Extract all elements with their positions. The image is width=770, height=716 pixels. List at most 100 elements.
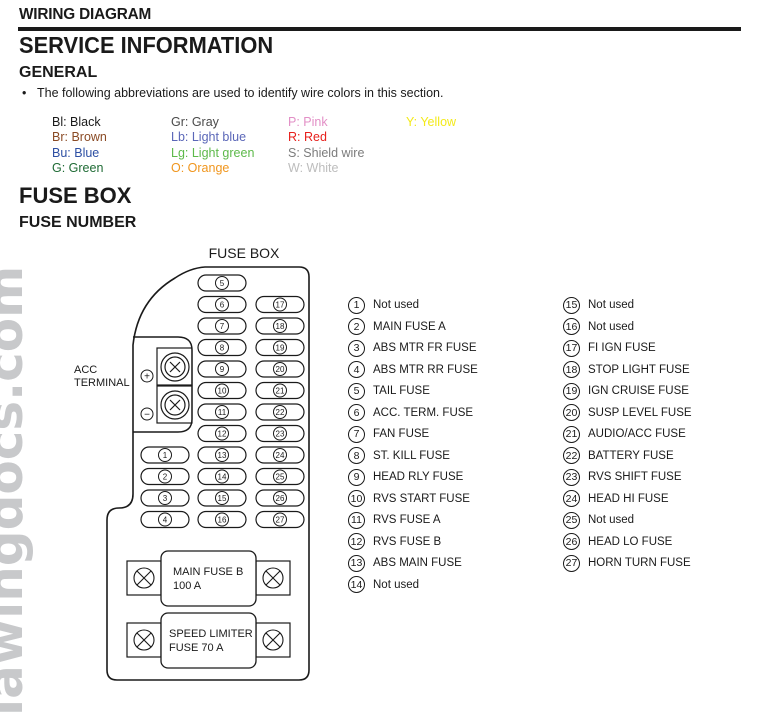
fuse-list-item: 27 HORN TURN FUSE (563, 553, 691, 573)
fuse-slot: 10 (197, 381, 247, 400)
fuse-number-badge: 2 (348, 318, 365, 335)
fuse-slot: 16 (197, 510, 247, 529)
acc-terminal-label-2: TERMINAL (74, 377, 130, 389)
fuse-slot: 27 (255, 510, 305, 529)
fuse-slot-number: 18 (276, 322, 285, 331)
fuse-number-badge: 11 (348, 511, 365, 529)
fuse-slot: 23 (255, 424, 305, 443)
fuse-number-badge: 23 (563, 468, 580, 486)
fuse-list-item: 17 FI IGN FUSE (563, 338, 656, 358)
acc-terminal-minus: − (140, 385, 193, 424)
fuse-list-item: 19 IGN CRUISE FUSE (563, 381, 689, 401)
fuse-slot-number: 15 (218, 494, 227, 503)
fuse-slot: 20 (255, 360, 305, 378)
fuse-slot: 8 (197, 338, 247, 357)
fuse-slot-number: 26 (276, 494, 285, 503)
fuse-list-item: 26 HEAD LO FUSE (563, 532, 672, 552)
fuse-number-badge: 14 (348, 576, 365, 593)
fuse-number-badge: 20 (563, 404, 580, 421)
fuse-slot-number: 23 (276, 430, 285, 439)
fuse-name: IGN CRUISE FUSE (588, 385, 689, 397)
fuse-number-badge: 12 (348, 533, 365, 550)
fuse-number-badge: 4 (348, 361, 365, 378)
fuse-name: HEAD LO FUSE (588, 535, 673, 548)
bolt-icon (136, 632, 152, 648)
fuse-name: FI IGN FUSE (588, 342, 656, 354)
fuse-name: Not used (373, 578, 420, 591)
fuse-slot: 17 (255, 295, 305, 314)
fuse-slot: 5 (197, 274, 247, 292)
fuse-list-item: 9 HEAD RLY FUSE (348, 467, 463, 487)
fuse-list-item: 20 SUSP LEVEL FUSE (563, 403, 692, 423)
fuse-slot-number: 4 (163, 516, 168, 525)
fuse-number-badge: 17 (563, 339, 580, 357)
fuse-number-badge: 16 (563, 318, 580, 335)
minus-sign: − (144, 410, 150, 421)
fuse-number-badge: 9 (348, 468, 365, 486)
fuse-slot-number: 1 (163, 451, 168, 460)
fuse-slot: 2 (140, 467, 190, 486)
fuse-list-item: 10 RVS START FUSE (348, 489, 470, 509)
fuse-list-item: 21 AUDIO/ACC FUSE (563, 424, 686, 444)
fuse-name: ST. KILL FUSE (373, 449, 450, 462)
fuse-slot-number: 21 (276, 387, 285, 396)
fuse-slot-number: 16 (218, 516, 227, 525)
acc-terminal-label-1: ACC (74, 364, 97, 376)
fuse-number-badge: 22 (563, 447, 580, 464)
fuse-slot-number: 5 (220, 279, 225, 288)
bolt-icon (136, 570, 152, 586)
fuse-name: HEAD HI FUSE (588, 492, 669, 505)
fuse-slot-number: 12 (218, 430, 227, 439)
speed-limiter-fuse-rating: FUSE 70 A (169, 642, 224, 654)
fuse-name: AUDIO/ACC FUSE (588, 428, 686, 440)
fuse-slot-number: 9 (220, 365, 225, 374)
fuse-slot: 7 (197, 317, 247, 335)
fuse-number-badge: 24 (563, 490, 580, 507)
fuse-number-badge: 19 (563, 382, 580, 400)
fuse-slot: 14 (197, 467, 247, 486)
fuse-number-badge: 7 (348, 425, 365, 443)
fuse-slot-number: 24 (276, 451, 285, 460)
fuse-name: ABS MAIN FUSE (373, 557, 462, 569)
acc-terminal-plus: + (140, 347, 193, 386)
fuse-slot: 12 (197, 424, 247, 443)
fuse-list-item: 3 ABS MTR FR FUSE (348, 338, 477, 358)
fuse-name: BATTERY FUSE (588, 449, 674, 462)
fuse-list-item: 2 MAIN FUSE A (348, 317, 446, 337)
fuse-slot-number: 6 (220, 301, 225, 310)
fuse-number-badge: 10 (348, 490, 365, 507)
fuse-list-item: 5 TAIL FUSE (348, 381, 430, 401)
fuse-name: HEAD RLY FUSE (373, 471, 464, 483)
fuse-number-badge: 13 (348, 554, 365, 572)
screw-icon (169, 399, 181, 411)
fuse-name: STOP LIGHT FUSE (588, 363, 690, 376)
fuse-slot-number: 7 (220, 322, 225, 331)
fuse-number-badge: 3 (348, 339, 365, 357)
fuse-name: MAIN FUSE A (373, 320, 446, 333)
fuse-slot: 19 (255, 338, 305, 357)
fuse-slot-number: 13 (218, 451, 227, 460)
fuse-name: Not used (588, 320, 635, 333)
main-fuse-b-rating: 100 A (173, 580, 202, 592)
fuse-slot: 6 (197, 295, 247, 314)
fuse-name: RVS FUSE A (373, 514, 441, 526)
bolt-icon (265, 570, 281, 586)
fuse-number-badge: 25 (563, 511, 580, 529)
fuse-number-badge: 8 (348, 447, 365, 464)
fuse-list-item: 16 Not used (563, 317, 634, 337)
fuse-name: ABS MTR RR FUSE (373, 363, 478, 376)
main-fuse-b-label: MAIN FUSE B (173, 566, 243, 578)
fuse-name: RVS START FUSE (373, 492, 470, 505)
fuse-list-item: 15 Not used (563, 295, 634, 315)
fuse-list-item: 23 RVS SHIFT FUSE (563, 467, 682, 487)
fuse-list-item: 6 ACC. TERM. FUSE (348, 403, 473, 423)
fuse-name: SUSP LEVEL FUSE (588, 406, 692, 419)
fuse-slot-number: 17 (276, 301, 285, 310)
main-fuse-b: MAIN FUSE B 100 A (126, 550, 291, 607)
fuse-list-item: 24 HEAD HI FUSE (563, 489, 669, 509)
fuse-slot: 24 (255, 446, 305, 464)
fuse-number-badge: 27 (563, 554, 580, 572)
fuse-number-badge: 21 (563, 425, 580, 443)
speed-limiter-fuse: SPEED LIMITER FUSE 70 A (126, 612, 291, 669)
fuse-list-item: 7 FAN FUSE (348, 424, 429, 444)
